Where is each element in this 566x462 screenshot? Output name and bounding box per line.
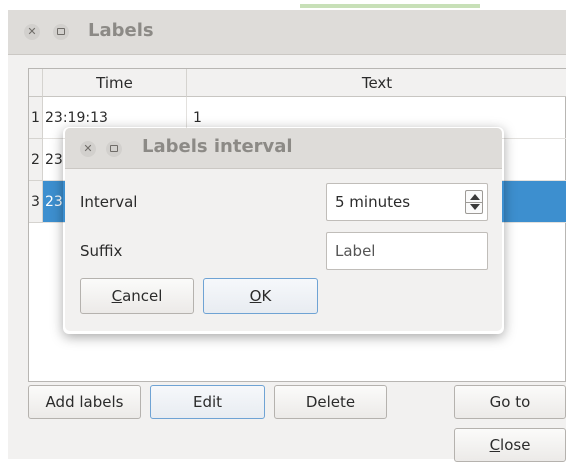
spin-down-icon[interactable]: [470, 204, 480, 210]
ok-button[interactable]: OK: [203, 278, 318, 314]
spin-up-icon[interactable]: [470, 194, 480, 200]
interval-value: 5 minutes: [335, 193, 411, 211]
close-label-rest: lose: [500, 436, 531, 454]
interval-label: Interval: [80, 193, 138, 211]
maximize-icon[interactable]: [106, 141, 122, 157]
cancel-button[interactable]: Cancel: [80, 278, 194, 314]
go-to-button[interactable]: Go to: [454, 385, 566, 419]
suffix-placeholder: Label: [335, 242, 376, 260]
close-mnemonic: C: [489, 436, 501, 454]
row-number[interactable]: 3: [29, 181, 43, 223]
suffix-input[interactable]: Label: [326, 232, 488, 270]
delete-button[interactable]: Delete: [274, 385, 387, 419]
labels-interval-dialog: ✕ Labels interval Interval 5 minutes Suf…: [65, 128, 502, 331]
close-icon[interactable]: ✕: [80, 141, 96, 157]
dialog-title: Labels interval: [142, 136, 293, 157]
background-progress-strip: [300, 4, 480, 8]
add-labels-button[interactable]: Add labels: [28, 385, 141, 419]
ok-label-rest: K: [261, 287, 272, 305]
cancel-mnemonic: C: [111, 287, 123, 305]
column-header-text[interactable]: Text: [187, 69, 566, 97]
maximize-icon[interactable]: [53, 24, 69, 40]
window-title: Labels: [88, 20, 154, 41]
edit-button[interactable]: Edit: [150, 385, 265, 419]
row-number[interactable]: 1: [29, 97, 43, 139]
cancel-label-rest: ancel: [122, 287, 163, 305]
spin-buttons[interactable]: [465, 190, 483, 214]
close-button[interactable]: Close: [454, 428, 566, 462]
column-header-time[interactable]: Time: [43, 69, 187, 97]
background-window-strip: [0, 0, 566, 10]
suffix-label: Suffix: [80, 242, 123, 260]
close-icon[interactable]: ✕: [24, 24, 40, 40]
table-corner-header[interactable]: [29, 69, 43, 97]
ok-mnemonic: O: [249, 287, 262, 305]
row-number[interactable]: 2: [29, 139, 43, 181]
labels-window-titlebar[interactable]: ✕ Labels: [8, 10, 566, 55]
dialog-titlebar[interactable]: ✕ Labels interval: [65, 128, 502, 169]
interval-spinbox[interactable]: 5 minutes: [326, 183, 488, 221]
